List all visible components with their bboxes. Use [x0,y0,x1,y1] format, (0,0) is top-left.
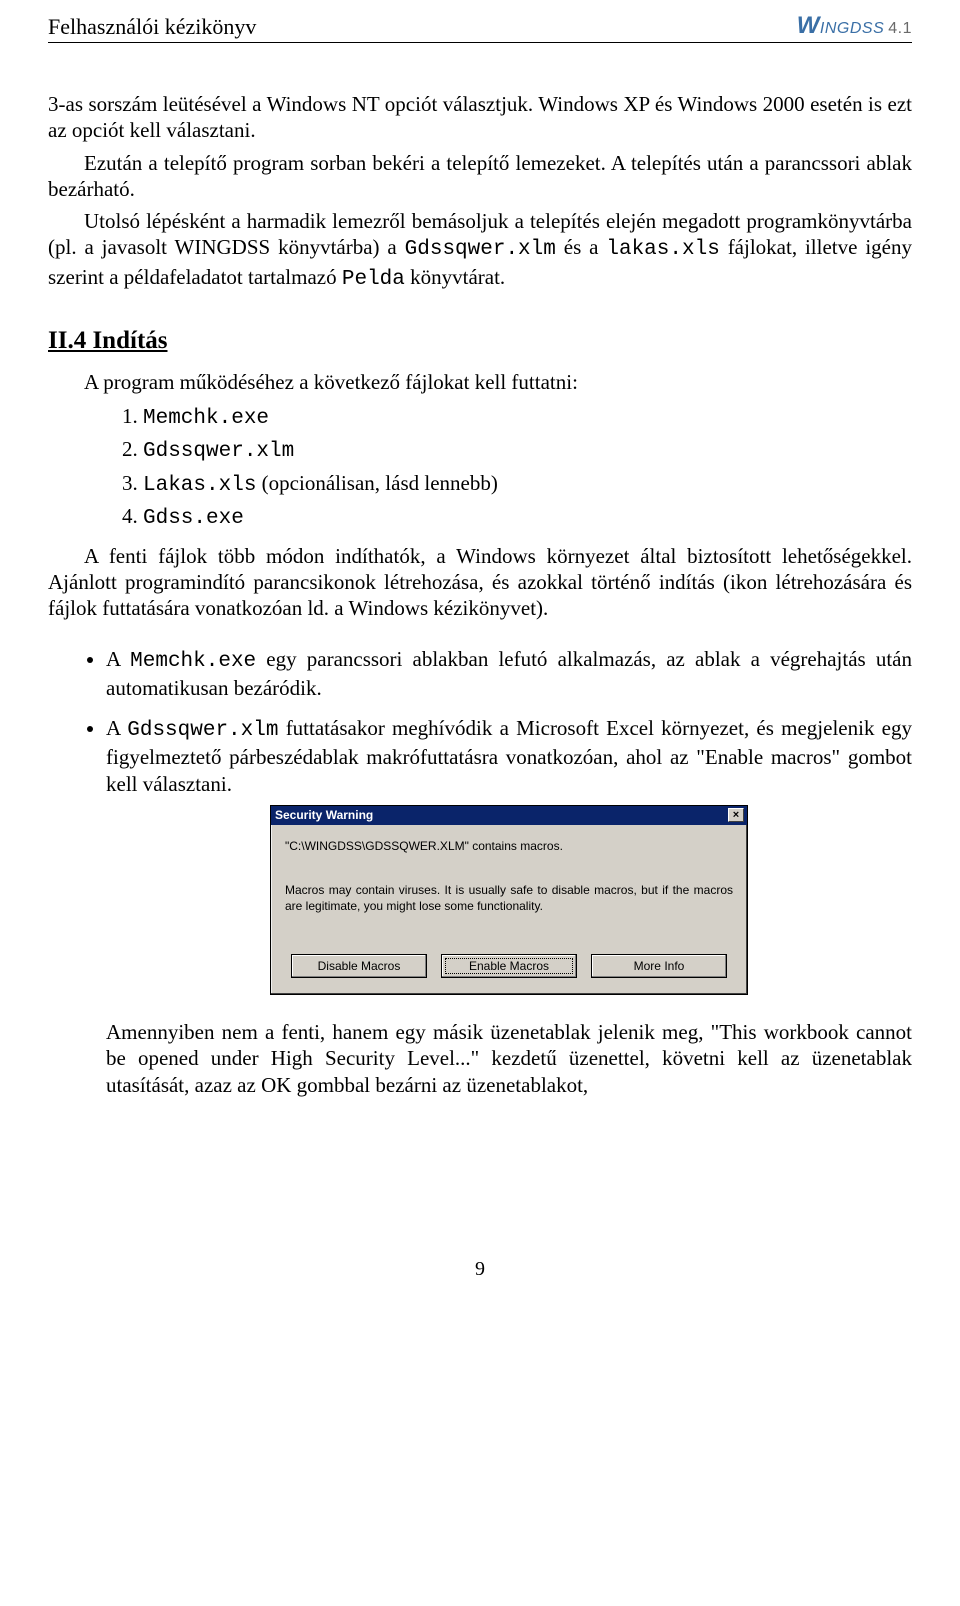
dialog-body: "C:\WINGDSS\GDSSQWER.XLM" contains macro… [271,825,747,994]
li3-text: (opcionálisan, lásd lennebb) [256,471,497,495]
logo-prefix: W [797,12,820,39]
list-item-1: 1. Memchk.exe [122,401,912,434]
section-heading: II.4 Indítás [48,327,912,355]
p3-part-b: és a [556,235,607,259]
dialog-titlebar: Security Warning × [271,806,747,825]
bullet-1: A Memchk.exe egy parancssori ablakban le… [106,646,912,702]
list-item-2: 2. Gdssqwer.xlm [122,434,912,467]
page-number: 9 [48,1258,912,1281]
dialog-button-row: Disable Macros Enable Macros More Info [285,954,733,978]
li2-code: Gdssqwer.xlm [143,440,294,463]
b2-code: Gdssqwer.xlm [127,719,278,742]
li3-num: 3. [122,471,143,495]
b2-a: A [106,716,127,740]
dialog-message-2: Macros may contain viruses. It is usuall… [285,882,733,914]
li2-num: 2. [122,437,143,461]
li1-code: Memchk.exe [143,407,269,430]
li4-code: Gdss.exe [143,507,244,530]
list-item-4: 4. Gdss.exe [122,501,912,534]
paragraph-2: Ezután a telepítő program sorban bekéri … [48,150,912,203]
dialog-message-1: "C:\WINGDSS\GDSSQWER.XLM" contains macro… [285,839,733,854]
dialog-title: Security Warning [275,808,373,823]
paragraph-5: Amennyiben nem a fenti, hanem egy másik … [106,1019,912,1098]
close-icon[interactable]: × [728,808,744,822]
bullet-2: A Gdssqwer.xlm futtatásakor meghívódik a… [106,715,912,1098]
b1-a: A [106,647,130,671]
file-list: 1. Memchk.exe 2. Gdssqwer.xlm 3. Lakas.x… [48,401,912,535]
enable-macros-button[interactable]: Enable Macros [441,954,577,978]
p3-code-3: Pelda [342,268,405,291]
dialog-screenshot: Security Warning × "C:\WINGDSS\GDSSQWER.… [106,805,912,995]
security-warning-dialog: Security Warning × "C:\WINGDSS\GDSSQWER.… [270,805,748,995]
b1-code: Memchk.exe [130,650,256,673]
paragraph-3: Utolsó lépésként a harmadik lemezről bem… [48,208,912,293]
logo-text: INGDSS [820,20,884,37]
p3-part-d: könyvtárat. [405,265,505,289]
paragraph-1: 3-as sorszám leütésével a Windows NT opc… [48,91,912,144]
list-intro: A program működéséhez a következő fájlok… [48,369,912,395]
product-logo: WINGDSS4.1 [797,12,912,40]
paragraph-4: A fenti fájlok több módon indíthatók, a … [48,543,912,622]
bullet-list: A Memchk.exe egy parancssori ablakban le… [48,646,912,1098]
page-header: Felhasználói kézikönyv WINGDSS4.1 [48,12,912,43]
li3-code: Lakas.xls [143,474,256,497]
p3-code-2: lakas.xls [606,238,719,261]
li4-num: 4. [122,504,143,528]
li1-num: 1. [122,404,143,428]
more-info-button[interactable]: More Info [591,954,727,978]
p3-code-1: Gdssqwer.xlm [405,238,556,261]
disable-macros-button[interactable]: Disable Macros [291,954,427,978]
logo-version: 4.1 [888,20,912,37]
header-title: Felhasználói kézikönyv [48,14,256,40]
list-item-3: 3. Lakas.xls (opcionálisan, lásd lennebb… [122,468,912,501]
